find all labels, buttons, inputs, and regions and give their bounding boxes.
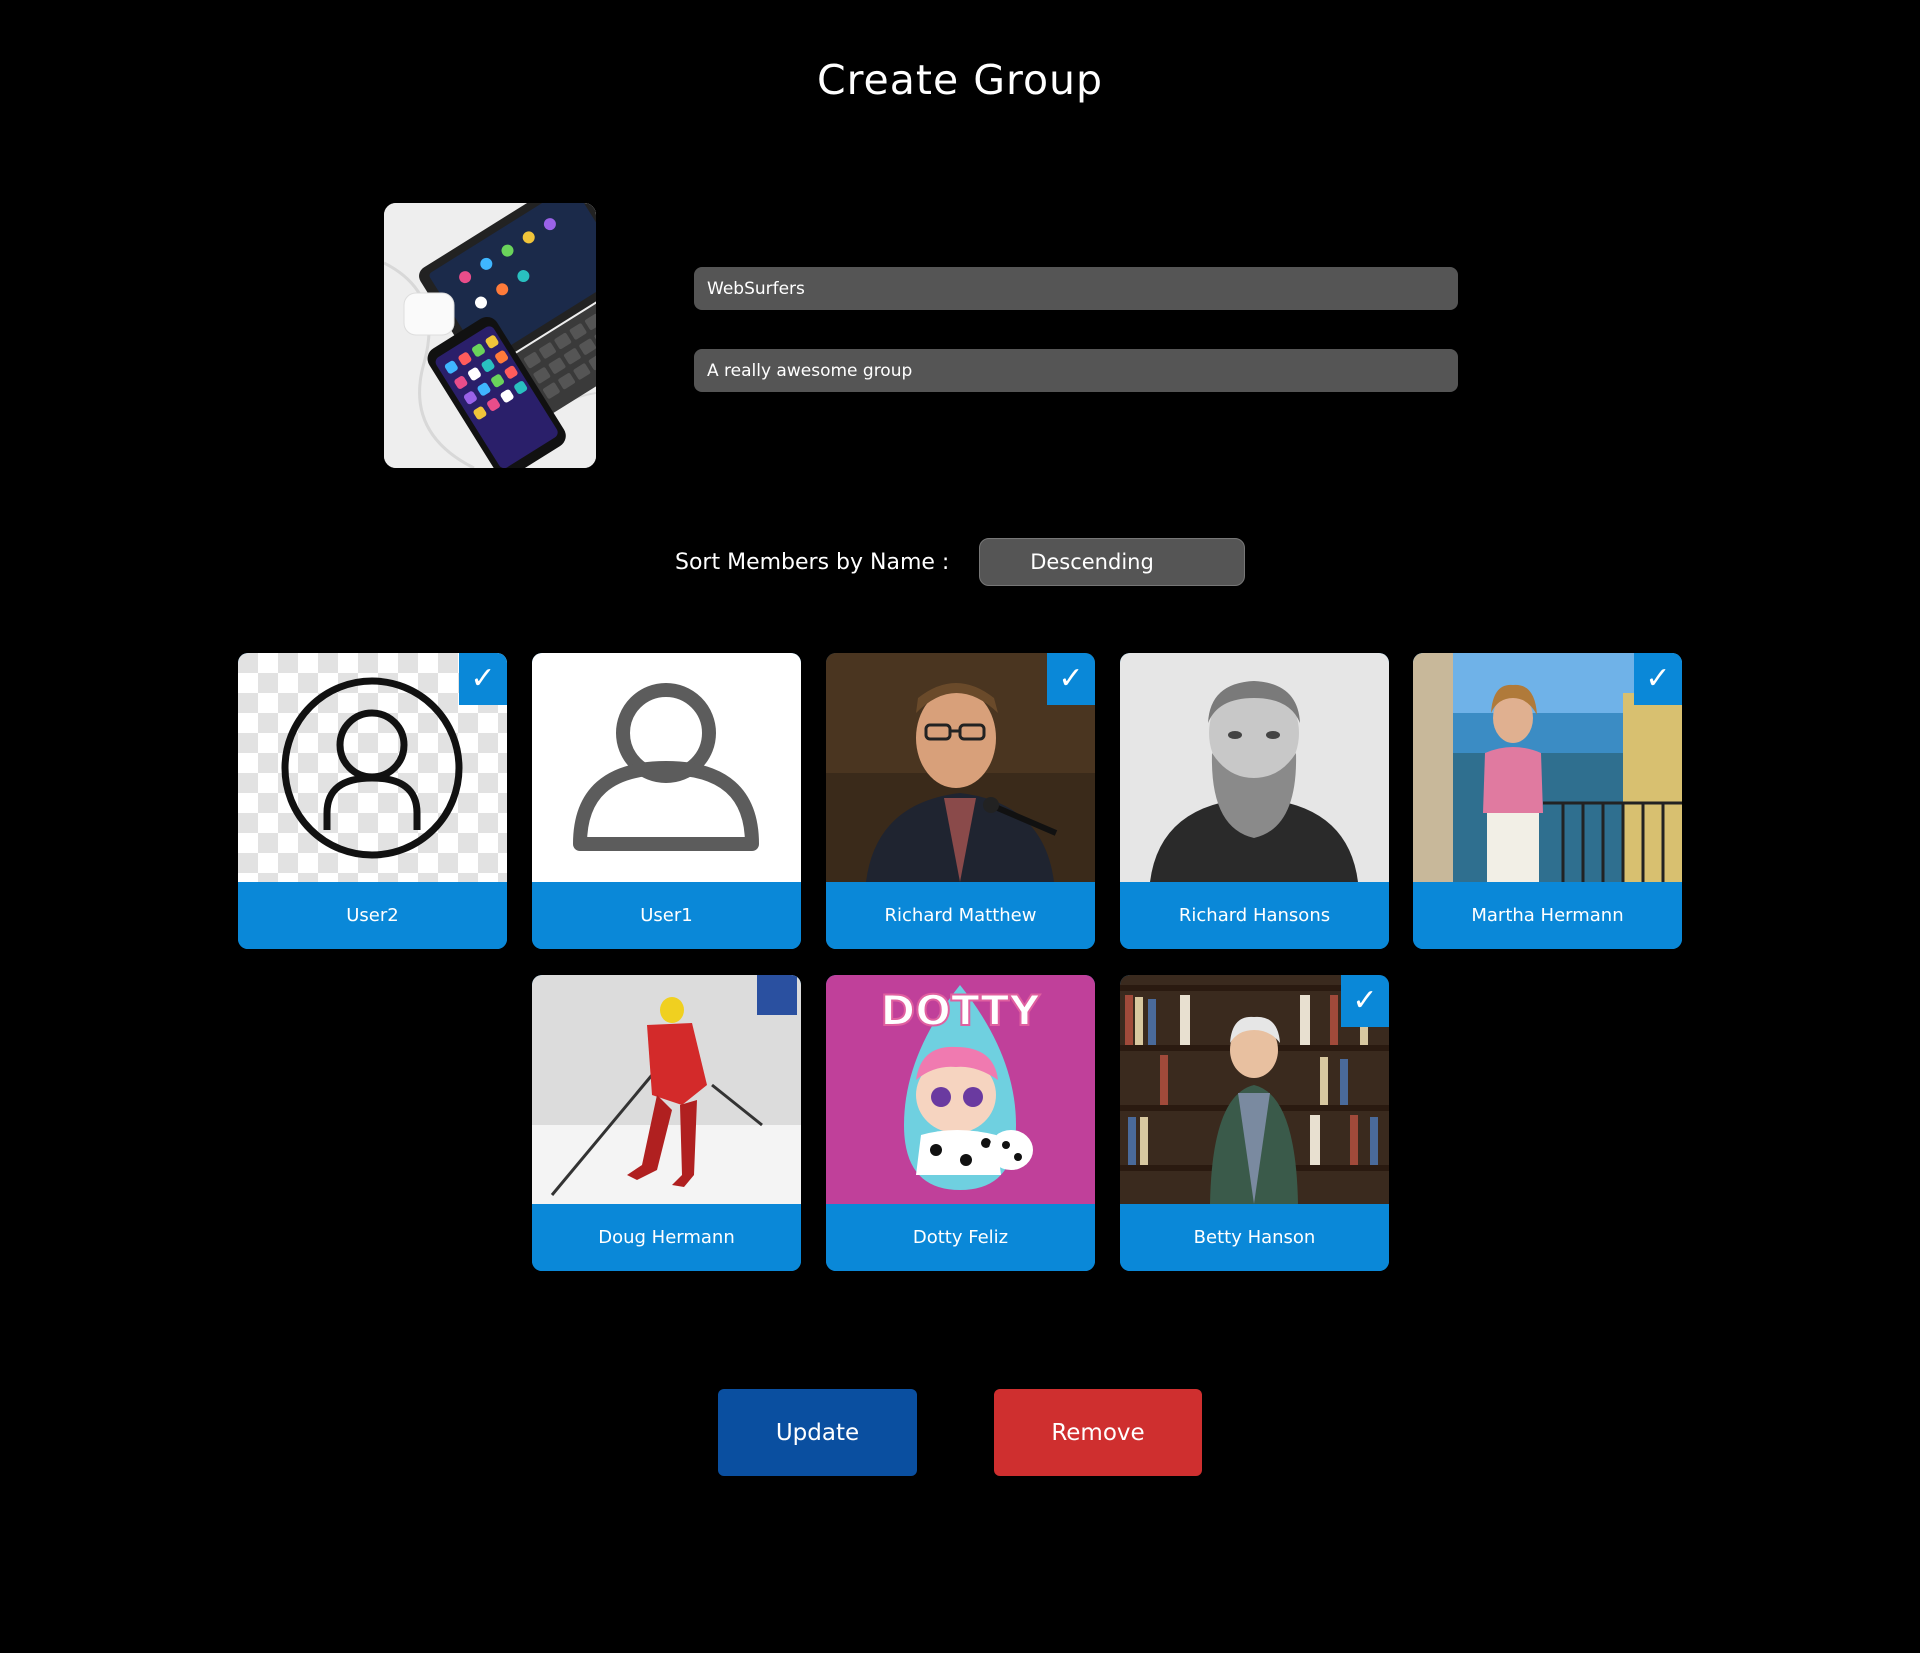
selected-check-icon: ✓	[1047, 653, 1095, 705]
update-button[interactable]: Update	[718, 1389, 917, 1476]
member-name: User1	[532, 882, 801, 949]
default-avatar-gray-icon	[532, 653, 801, 882]
member-name: Betty Hanson	[1120, 1204, 1389, 1271]
member-name: Martha Hermann	[1413, 882, 1682, 949]
member-card[interactable]: ✓ User2	[238, 653, 507, 949]
member-name: Dotty Feliz	[826, 1204, 1095, 1271]
member-card[interactable]: Doug Hermann	[532, 975, 801, 1271]
sort-row: Sort Members by Name : Descending	[0, 538, 1920, 587]
group-description-field[interactable]	[694, 349, 1458, 392]
create-group-page: Create Group WebSurfers A really awesome…	[0, 0, 1920, 1653]
member-name: Richard Matthew	[826, 882, 1095, 949]
member-photo	[532, 653, 801, 882]
member-card[interactable]: ✓ Richard Matthew	[826, 653, 1095, 949]
member-card[interactable]: ✓ Martha Hermann	[1413, 653, 1682, 949]
member-name: Richard Hansons	[1120, 882, 1389, 949]
selected-check-icon: ✓	[1634, 653, 1682, 705]
member-photo	[1120, 653, 1389, 882]
sort-label: Sort Members by Name :	[675, 550, 950, 575]
page-title: Create Group	[816, 56, 1104, 104]
group-image[interactable]	[384, 203, 596, 468]
member-card[interactable]: Richard Hansons	[1120, 653, 1389, 949]
member-photo: DOTTY	[826, 975, 1095, 1204]
bearded-man-vintage-portrait	[1120, 653, 1389, 882]
member-card[interactable]: DOTTY Dotty Feliz	[826, 975, 1095, 1271]
group-name-field[interactable]	[694, 267, 1458, 310]
remove-button[interactable]: Remove	[994, 1389, 1202, 1476]
member-name: Doug Hermann	[532, 1204, 801, 1271]
selected-check-icon: ✓	[459, 653, 507, 705]
member-card[interactable]: User1	[532, 653, 801, 949]
skier-photo	[532, 975, 801, 1204]
sort-order-select[interactable]: Descending	[979, 538, 1245, 586]
member-photo	[532, 975, 801, 1204]
member-name: User2	[238, 882, 507, 949]
member-card[interactable]: ✓ Betty Hanson	[1120, 975, 1389, 1271]
selected-check-icon: ✓	[1341, 975, 1389, 1027]
dotty-doll-illustration: DOTTY	[826, 975, 1095, 1204]
devices-photo-icon	[384, 203, 596, 468]
dotty-logo-text: DOTTY	[880, 986, 1040, 1035]
